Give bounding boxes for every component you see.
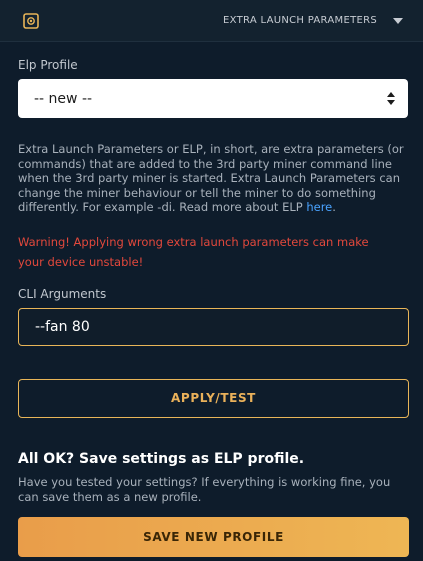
chevron-down-icon[interactable]: [393, 18, 403, 24]
elp-description-text: Extra Launch Parameters or ELP, in short…: [18, 142, 404, 214]
cli-arguments-input[interactable]: [18, 308, 409, 346]
cli-arguments-label: CLI Arguments: [18, 287, 107, 301]
elp-description-end: .: [332, 200, 336, 214]
save-section-text: Have you tested your settings? If everyt…: [18, 475, 391, 504]
apply-test-button[interactable]: APPLY/TEST: [18, 379, 409, 418]
elp-icon: [23, 13, 39, 29]
save-section-title: All OK? Save settings as ELP profile.: [18, 451, 305, 467]
panel-header[interactable]: EXTRA LAUNCH PARAMETERS: [0, 0, 423, 42]
elp-description: Extra Launch Parameters or ELP, in short…: [18, 142, 410, 215]
elp-panel: EXTRA LAUNCH PARAMETERS Elp Profile -- n…: [0, 0, 423, 561]
panel-title: EXTRA LAUNCH PARAMETERS: [223, 15, 377, 26]
warning-text: Warning! Applying wrong extra launch par…: [18, 235, 369, 269]
elp-profile-select[interactable]: -- new --: [18, 79, 408, 118]
select-arrows-icon: [387, 92, 395, 105]
elp-profile-selected: -- new --: [34, 91, 93, 107]
elp-profile-label: Elp Profile: [18, 58, 78, 72]
save-new-profile-button[interactable]: SAVE NEW PROFILE: [18, 517, 409, 557]
read-more-link[interactable]: here: [306, 200, 332, 214]
